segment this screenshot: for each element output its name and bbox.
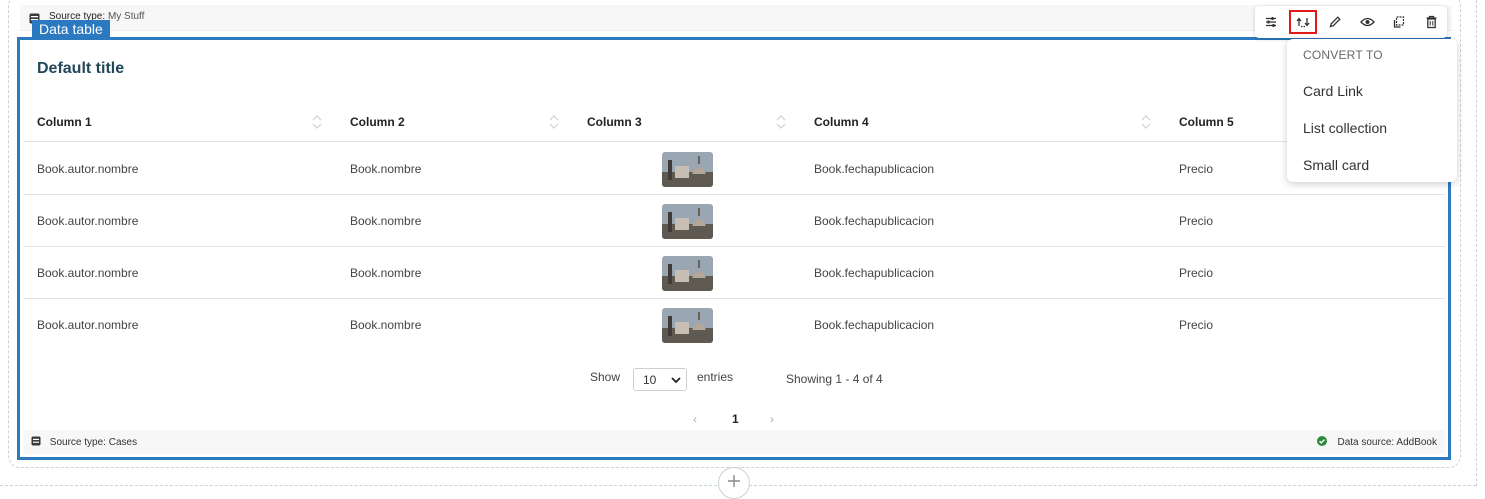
table-title: Default title	[37, 60, 125, 77]
table-cell: Book.fechapublicacion	[814, 214, 935, 228]
table-cell: Book.autor.nombre	[37, 214, 139, 228]
entries-value: 10	[643, 373, 657, 387]
entries-select[interactable]: 10	[633, 368, 687, 391]
database-icon	[31, 436, 41, 449]
column-header[interactable]: Column 3	[587, 102, 642, 142]
menu-item-small-card[interactable]: Small card	[1303, 157, 1369, 173]
footer-source-value: Cases	[108, 437, 138, 448]
block-type-tag: Data table	[32, 20, 110, 38]
footer-source-label: Source type:	[49, 437, 106, 448]
data-source-label: Data source:	[1337, 437, 1395, 448]
entries-label: entries	[697, 370, 734, 384]
column-header[interactable]: Column 4	[814, 102, 869, 142]
duplicate-icon[interactable]	[1385, 10, 1413, 34]
sort-icon[interactable]	[776, 114, 786, 135]
prev-page-button[interactable]: ‹	[693, 412, 697, 426]
book-cover-image	[662, 256, 713, 291]
chevron-down-icon	[671, 374, 681, 388]
table-cell: Precio	[1179, 266, 1214, 280]
plus-icon	[727, 474, 741, 493]
convert-menu-heading: CONVERT TO	[1303, 48, 1383, 62]
table-cell: Book.nombre	[350, 162, 422, 176]
data-source-value: AddBook	[1396, 437, 1437, 448]
table-cell: Book.nombre	[350, 266, 422, 280]
book-cover-image	[662, 308, 713, 343]
source-header: Source type: My Stuff	[20, 5, 1452, 31]
book-cover-image	[662, 204, 713, 239]
table-cell: Book.fechapublicacion	[814, 162, 935, 176]
table-header-row: Column 1 Column 2 Column 3 Column 4 Colu…	[24, 102, 1445, 142]
convert-icon[interactable]	[1289, 10, 1317, 34]
table-row: Book.autor.nombre Book.nombre Book.fecha…	[24, 195, 1445, 247]
preview-eye-icon[interactable]	[1353, 10, 1381, 34]
footer-data-source: Data source: AddBook	[1316, 436, 1437, 449]
table-row: Book.autor.nombre Book.nombre Book.fecha…	[24, 247, 1445, 299]
table-cell: Precio	[1179, 162, 1214, 176]
table-cell: Book.autor.nombre	[37, 162, 139, 176]
data-table-block[interactable]: Default title Column 1 Column 2 Column 3…	[17, 37, 1451, 460]
convert-to-menu: CONVERT TO Card Link List collection Sma…	[1287, 39, 1457, 182]
table-cell: Book.nombre	[350, 318, 422, 332]
settings-sliders-icon[interactable]	[1257, 10, 1285, 34]
column-header[interactable]: Column 1	[37, 102, 92, 142]
footer-source-type: Source type: Cases	[31, 436, 137, 449]
column-header[interactable]: Column 2	[350, 102, 405, 142]
check-circle-icon	[1316, 436, 1327, 449]
table-row: Book.autor.nombre Book.nombre Book.fecha…	[24, 143, 1445, 195]
menu-item-list-collection[interactable]: List collection	[1303, 120, 1387, 136]
sort-icon[interactable]	[312, 114, 322, 135]
table-cell: Book.nombre	[350, 214, 422, 228]
table-cell: Precio	[1179, 318, 1214, 332]
page-number-button[interactable]: 1	[732, 412, 739, 426]
edit-pencil-icon[interactable]	[1321, 10, 1349, 34]
block-toolbar	[1255, 6, 1447, 38]
table-cell: Book.fechapublicacion	[814, 318, 935, 332]
container-edge	[1476, 0, 1477, 486]
next-page-button[interactable]: ›	[770, 412, 774, 426]
table-cell: Precio	[1179, 214, 1214, 228]
table-cell: Book.autor.nombre	[37, 318, 139, 332]
showing-summary: Showing 1 - 4 of 4	[786, 372, 883, 386]
table-cell: Book.autor.nombre	[37, 266, 139, 280]
add-block-button[interactable]	[718, 467, 750, 499]
column-header[interactable]: Column 5	[1179, 102, 1234, 142]
sort-icon[interactable]	[1141, 114, 1151, 135]
table-cell: Book.fechapublicacion	[814, 266, 935, 280]
book-cover-image	[662, 152, 713, 187]
menu-item-card-link[interactable]: Card Link	[1303, 83, 1363, 99]
sort-icon[interactable]	[549, 114, 559, 135]
delete-trash-icon[interactable]	[1417, 10, 1445, 34]
source-type-value: My Stuff	[107, 11, 145, 22]
table-row: Book.autor.nombre Book.nombre Book.fecha…	[24, 299, 1445, 351]
show-label: Show	[590, 370, 621, 384]
table-footer: Source type: Cases Data source: AddBook	[24, 430, 1445, 454]
